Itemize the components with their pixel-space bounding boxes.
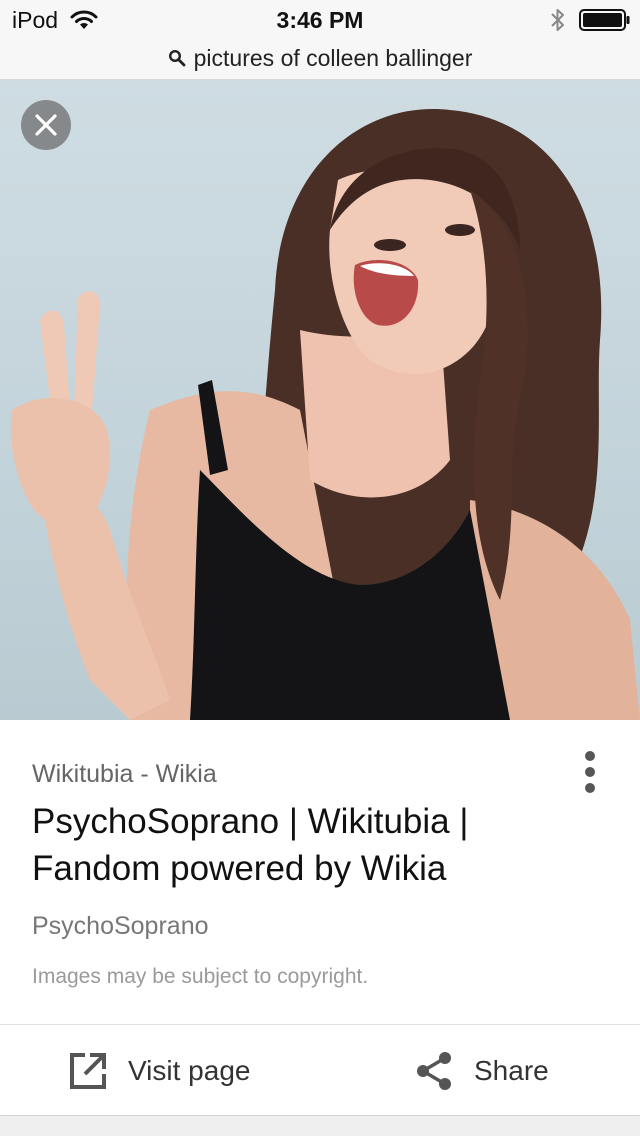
open-in-new-icon	[70, 1053, 106, 1089]
close-button[interactable]	[21, 100, 71, 150]
url-text: pictures of colleen ballinger	[193, 44, 473, 71]
share-label: Share	[474, 1055, 549, 1086]
visit-page-label: Visit page	[128, 1055, 251, 1086]
search-icon	[168, 49, 186, 67]
status-bar: iPod 3:46 PM	[0, 0, 640, 40]
woman-peace-sign-photo	[10, 109, 640, 720]
share-button[interactable]: Share	[414, 1026, 549, 1116]
top-bar: iPod 3:46 PM pictures of colleen balling…	[0, 0, 640, 80]
share-icon	[417, 1052, 451, 1090]
copyright-notice: Images may be subject to copyright.	[32, 965, 369, 988]
visit-page-button[interactable]: Visit page	[68, 1026, 250, 1116]
bottom-strip	[0, 1117, 640, 1136]
more-vertical-icon[interactable]	[576, 748, 604, 796]
action-bar: Visit page Share	[0, 1026, 640, 1116]
result-image[interactable]	[0, 80, 640, 720]
url-bar[interactable]: pictures of colleen ballinger	[0, 40, 640, 76]
battery-icon	[579, 9, 630, 31]
result-title[interactable]: PsychoSoprano | Wikitubia | Fandom power…	[32, 798, 552, 892]
source-site[interactable]: Wikitubia - Wikia	[32, 760, 217, 789]
clock: 3:46 PM	[276, 7, 364, 33]
close-icon	[35, 114, 57, 136]
bluetooth-icon	[551, 9, 564, 31]
result-subtitle: PsychoSoprano	[32, 912, 209, 940]
